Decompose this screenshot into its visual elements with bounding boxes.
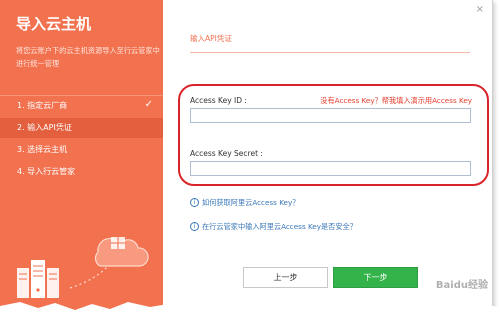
demo-access-key-link[interactable]: 没有Access Key？帮我填入演示用Access Key [320, 96, 472, 106]
info-icon: i [190, 222, 199, 231]
info-icon: i [190, 198, 199, 207]
step-select-host[interactable]: 3. 选择云主机 [0, 140, 163, 160]
close-icon[interactable]: × [476, 4, 484, 15]
check-icon: ✓ [144, 99, 153, 110]
section-title: 输入API凭证 [190, 34, 232, 43]
step-label: 3. 选择云主机 [17, 145, 68, 154]
sidebar: 导入云主机 将您云账户下的云主机资源导入至行云管家中进行统一管理 1. 指定云厂… [0, 0, 163, 312]
next-button[interactable]: 下一步 [333, 267, 418, 288]
access-key-id-label: Access Key ID : [190, 96, 247, 105]
sidebar-description: 将您云账户下的云主机资源导入至行云管家中进行统一管理 [16, 46, 160, 68]
step-label: 4. 导入行云管家 [17, 167, 76, 176]
link-text: 如何获取阿里云Access Key？ [202, 198, 300, 207]
sidebar-title: 导入云主机 [16, 15, 92, 33]
import-cloud-host-dialog: 导入云主机 将您云账户下的云主机资源导入至行云管家中进行统一管理 1. 指定云厂… [0, 0, 493, 313]
main-panel: × 输入API凭证 Access Key ID : 没有Access Key？帮… [163, 0, 492, 312]
step-label: 2. 输入API凭证 [17, 123, 72, 132]
access-key-secret-label: Access Key Secret : [190, 149, 263, 158]
section-divider [190, 52, 470, 53]
cloud-server-illustration [17, 237, 149, 298]
step-import-to-manager[interactable]: 4. 导入行云管家 [0, 162, 163, 182]
step-specify-vendor[interactable]: 1. 指定云厂商 ✓ [0, 96, 163, 116]
how-to-get-key-link[interactable]: i 如何获取阿里云Access Key？ [190, 198, 299, 208]
torn-edge [0, 302, 500, 319]
previous-button[interactable]: 上一步 [243, 267, 328, 288]
watermark: Baidu经验 [435, 280, 488, 291]
access-key-secret-input[interactable] [190, 161, 471, 176]
link-text: 在行云管家中输入阿里云Access Key是否安全？ [202, 222, 357, 231]
step-enter-api-credentials[interactable]: 2. 输入API凭证 [0, 118, 163, 138]
access-key-id-input[interactable] [190, 108, 471, 123]
step-label: 1. 指定云厂商 [17, 101, 68, 110]
is-key-safe-link[interactable]: i 在行云管家中输入阿里云Access Key是否安全？ [190, 222, 357, 232]
